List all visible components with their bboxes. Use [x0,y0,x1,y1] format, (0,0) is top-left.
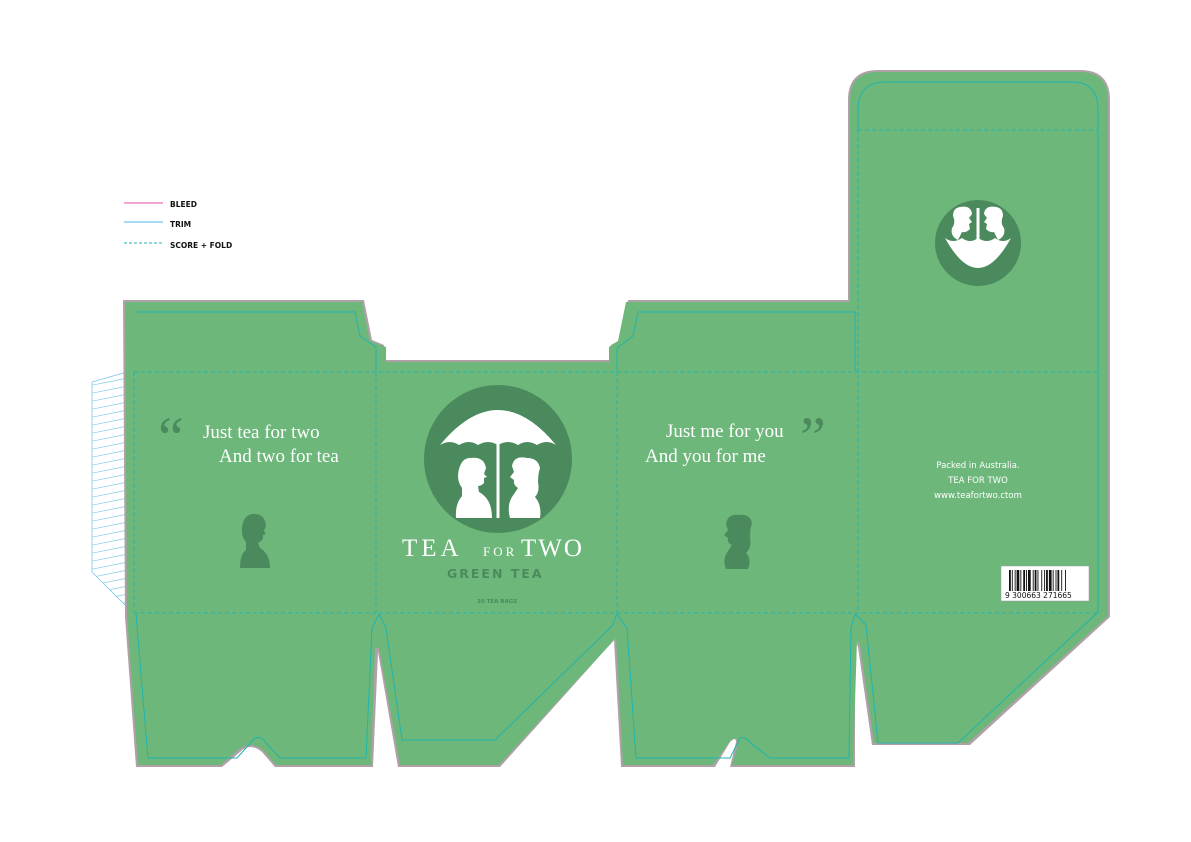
barcode-icon: 9 300663 271665 [1000,565,1090,602]
packed-in-text: Packed in Australia. [936,461,1019,471]
brand-word-two: TWO [521,535,584,562]
trim-legend-label: TRIM [170,220,191,229]
barcode-bar [1061,570,1063,591]
barcode-bar [1032,570,1034,591]
barcode-bar [1028,570,1031,591]
barcode-bar [1048,570,1052,591]
score-legend-label: SCORE + FOLD [170,241,232,250]
barcode-bar [1055,570,1057,591]
company-name: TEA FOR TWO [947,476,1008,486]
bleed-legend-label: BLEED [170,200,197,209]
barcode-bar [1065,570,1066,591]
barcode-bar [1044,570,1046,591]
barcode-digits: 9 300663 271665 [1005,591,1072,600]
barcode-bar [1037,570,1039,591]
brand-word-for: FOR [483,544,517,559]
barcode-bar [1020,570,1022,591]
website-text: www.teafortwo.ctom [934,491,1022,501]
couple-silhouette-logo-icon [935,200,1021,286]
barcode-bar [1026,570,1027,591]
tea-bag-count: 20 TEA BAGS [477,599,517,605]
quote-open-mark: “ [158,405,184,470]
legend: BLEED TRIM SCORE + FOLD [124,200,232,250]
left-quote-line-1: Just tea for two [203,422,320,443]
barcode-bar [1011,570,1013,591]
barcode-bar [1052,570,1054,591]
right-quote-line-2: And you for me [645,446,766,467]
packaging-dieline: BLEED TRIM SCORE + FOLD “ Just tea for t… [91,70,1110,767]
barcode-bar [1016,570,1020,591]
barcode-bar [1023,570,1026,591]
barcode-bar [1041,570,1043,591]
product-name: GREEN TEA [447,566,544,581]
right-quote-line-1: Just me for you [666,421,784,442]
barcode-bar [1009,570,1011,591]
barcode-bar [1057,570,1060,591]
quote-close-mark: ” [800,405,826,470]
barcode-bar [1034,570,1037,591]
left-quote-line-2: And two for tea [219,446,339,467]
umbrella-couple-logo-icon [424,385,572,533]
barcode-bar [1046,570,1048,591]
brand-word-tea: TEA [402,535,463,562]
barcode-bar [1014,570,1016,591]
